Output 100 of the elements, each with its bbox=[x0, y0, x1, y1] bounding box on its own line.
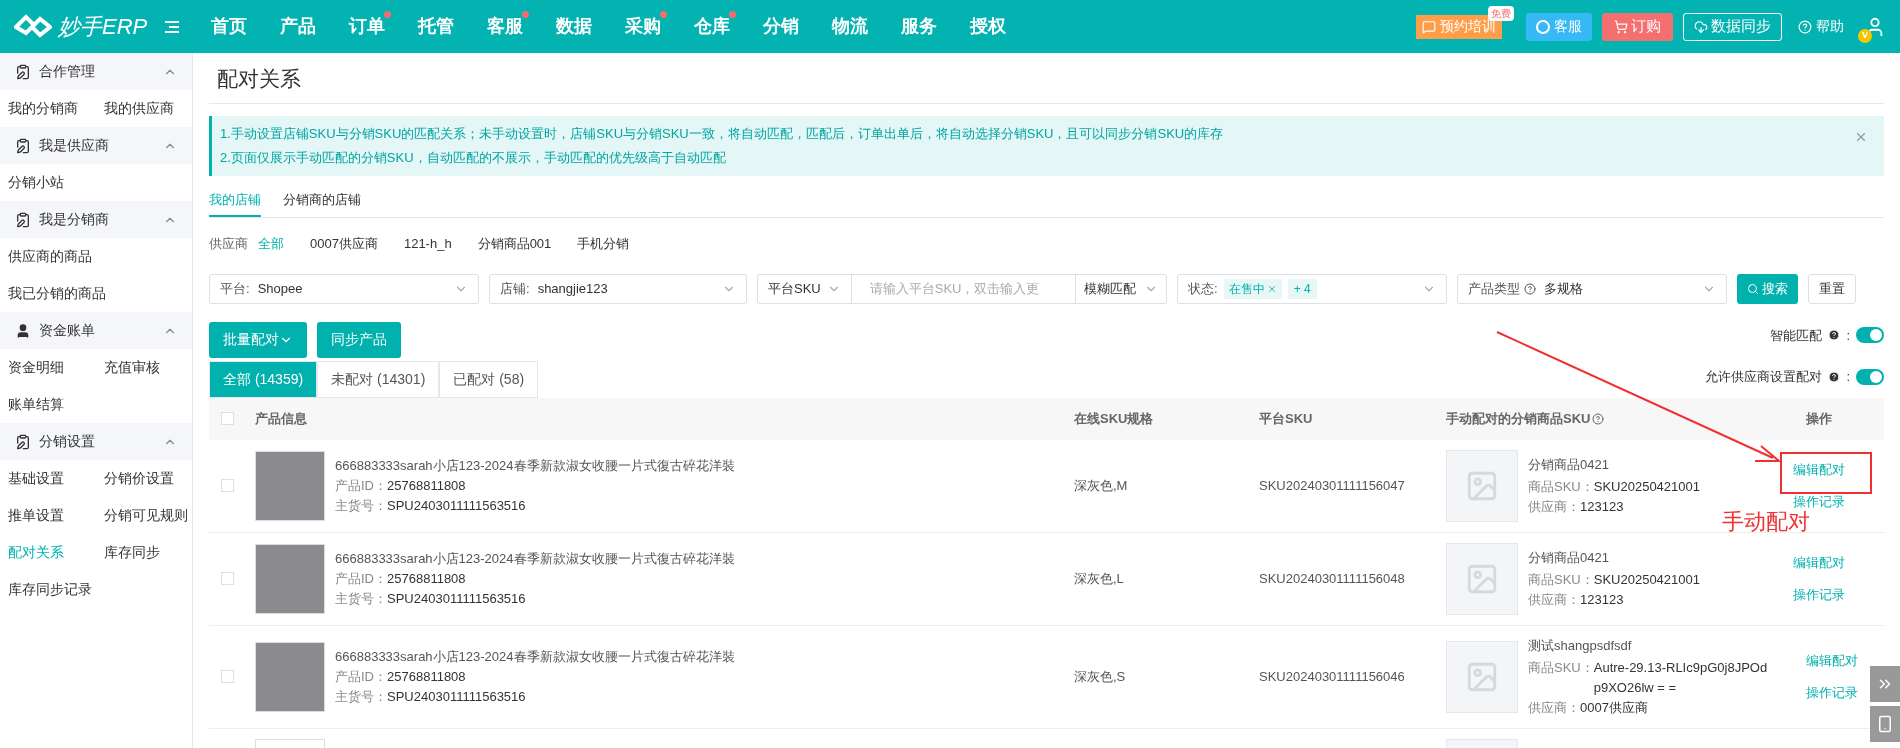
cloud-download-icon bbox=[1694, 19, 1708, 34]
platform-sku: SKU20240301111156047 bbox=[1259, 476, 1406, 495]
toggle-switch[interactable] bbox=[1856, 368, 1884, 385]
field-label: 产品ID： bbox=[335, 476, 387, 495]
supplier-option[interactable]: 分销商品001 bbox=[477, 234, 552, 254]
product-id: 25768811808 bbox=[387, 569, 466, 588]
sidebar-group-header[interactable]: 合作管理 bbox=[0, 53, 192, 90]
field-label: 商品SKU： bbox=[1528, 477, 1594, 496]
row-checkbox[interactable] bbox=[221, 670, 234, 683]
supplier-option[interactable]: 0007供应商 bbox=[310, 234, 378, 254]
filter-tab[interactable]: 未配对 (14301) bbox=[317, 360, 440, 398]
sidebar-item[interactable]: 库存同步记录 bbox=[0, 571, 96, 608]
sidebar-item[interactable]: 基础设置 bbox=[0, 460, 96, 497]
match-sku: p9XO26lw = = bbox=[1593, 678, 1678, 697]
clipboard-icon bbox=[15, 63, 31, 80]
column-header: 在线SKU规格 bbox=[1074, 409, 1154, 428]
collapse-button[interactable] bbox=[1870, 666, 1900, 702]
toggle-switch[interactable] bbox=[1856, 327, 1884, 344]
colon-text: : bbox=[1846, 368, 1850, 386]
clipboard-icon bbox=[15, 211, 31, 228]
field-label: 主货号： bbox=[335, 589, 387, 608]
status-tag: 在售中 bbox=[1223, 278, 1282, 299]
platform-select[interactable]: 平台: Shopee bbox=[209, 273, 479, 304]
store-tab[interactable]: 分销商的店铺 bbox=[283, 189, 361, 217]
sidebar-group-header[interactable]: 资金账单 bbox=[0, 312, 192, 349]
sku-spec: 深灰色,S bbox=[1074, 667, 1127, 686]
sidebar-group-header[interactable]: 我是供应商 bbox=[0, 127, 192, 164]
sidebar-item[interactable]: 供应商的商品 bbox=[0, 238, 96, 275]
toggle-label: 允许供应商设置配对 bbox=[1705, 368, 1823, 386]
match-product-name: 测试shangpsdfsdf bbox=[1528, 636, 1633, 655]
remove-icon[interactable] bbox=[1266, 283, 1277, 294]
help-icon bbox=[1592, 412, 1605, 425]
sidebar-item[interactable]: 我的供应商 bbox=[96, 90, 192, 127]
row-checkbox[interactable] bbox=[221, 572, 234, 585]
search-icon bbox=[1747, 282, 1759, 295]
annotation-text: 手动配对 bbox=[1722, 508, 1810, 536]
clipboard-icon bbox=[15, 137, 31, 154]
match-sku: SKU20250421001 bbox=[1593, 477, 1700, 496]
supplier-option[interactable]: 手机分销 bbox=[577, 234, 630, 254]
mobile-button[interactable] bbox=[1870, 706, 1900, 742]
help-icon bbox=[1828, 329, 1841, 342]
spu-code: SPU2403011111563516 bbox=[387, 589, 526, 608]
sidebar-group-header[interactable]: 分销设置 bbox=[0, 423, 192, 460]
sidebar-item[interactable]: 我已分销的商品 bbox=[0, 275, 106, 312]
help-icon bbox=[1798, 19, 1812, 34]
product-title: 666883333sarah小店123-2024春季新款淑女收腰一片式復古碎花洋裝 bbox=[335, 456, 735, 475]
store-select[interactable]: 店铺: shangjie123 bbox=[489, 273, 747, 304]
type-select[interactable]: 产品类型 多规格 bbox=[1457, 273, 1727, 304]
sku-spec: 深灰色,M bbox=[1074, 476, 1129, 495]
match-sku: SKU20250421001 bbox=[1593, 570, 1700, 589]
match-sku: Autre-29.13-RLIc9pG0j8JPOd bbox=[1593, 658, 1768, 677]
supplier-name: 0007供应商 bbox=[1580, 698, 1648, 717]
help-icon bbox=[1524, 282, 1536, 295]
match-product-name: 分销商品0421 bbox=[1528, 455, 1610, 474]
reset-button[interactable]: 重置 bbox=[1808, 273, 1856, 304]
sidebar-item[interactable]: 分销可见规则 bbox=[96, 497, 192, 534]
spu-code: SPU2403011111563516 bbox=[387, 496, 526, 515]
filter-tab[interactable]: 已配对 (58) bbox=[439, 360, 539, 398]
status-select[interactable]: 状态: 在售中 + 4 bbox=[1177, 273, 1447, 304]
photo-placeholder bbox=[255, 543, 325, 614]
sku-type-select[interactable]: 平台SKU bbox=[758, 274, 852, 303]
match-product-name: 分销商品0421 bbox=[1528, 548, 1610, 567]
cart-icon bbox=[1614, 19, 1628, 34]
sidebar-group-header[interactable]: 我是分销商 bbox=[0, 201, 192, 238]
column-header: 平台SKU bbox=[1259, 409, 1313, 428]
menu-icon[interactable] bbox=[165, 20, 180, 33]
product-id: 25768811808 bbox=[387, 667, 466, 686]
column-header: 操作 bbox=[1806, 409, 1832, 428]
select-all-checkbox[interactable] bbox=[221, 412, 234, 425]
logo-text: 妙手ERP bbox=[58, 13, 148, 41]
clipboard-icon bbox=[15, 433, 31, 450]
match-mode-select[interactable]: 模糊匹配 bbox=[1075, 274, 1166, 303]
field-label: 商品SKU： bbox=[1528, 570, 1594, 589]
field-label: 主货号： bbox=[335, 687, 387, 706]
platform-sku: SKU20240301111156046 bbox=[1259, 667, 1406, 686]
sidebar-item[interactable]: 库存同步 bbox=[96, 534, 192, 571]
phone-icon bbox=[1876, 715, 1894, 733]
filter-label: 供应商 bbox=[209, 235, 248, 253]
supplier-name: 123123 bbox=[1580, 497, 1624, 516]
sku-spec: 深灰色,L bbox=[1074, 569, 1125, 588]
supplier-option[interactable]: 121-h_h bbox=[403, 234, 452, 254]
supplier-name: 123123 bbox=[1580, 590, 1624, 609]
notice-text: 2.页面仅展示手动匹配的分销SKU，自动匹配的不展示，手动匹配的优先级高于自动匹配 bbox=[220, 148, 727, 167]
field-label: 供应商： bbox=[1528, 497, 1580, 516]
help-icon bbox=[1828, 370, 1841, 383]
row-checkbox[interactable] bbox=[221, 479, 234, 492]
photo-placeholder bbox=[255, 450, 325, 521]
sidebar-item[interactable]: 分销小站 bbox=[0, 164, 96, 201]
colon-text: : bbox=[1846, 326, 1850, 345]
sidebar-item[interactable]: 分销价设置 bbox=[96, 460, 192, 497]
sidebar-item[interactable]: 资金明细 bbox=[0, 349, 96, 386]
notice-text: 1.手动设置店铺SKU与分销SKU的匹配关系；未手动设置时，店铺SKU与分销SKU一致，将自动匹配，匹配后，订单出单后，将自动选择分销SKU，且可以同步分销SKU的库存 bbox=[220, 124, 1225, 143]
sidebar-item[interactable]: 充值审核 bbox=[96, 349, 192, 386]
sidebar-item[interactable]: 推单设置 bbox=[0, 497, 96, 534]
toggle-label: 智能匹配 bbox=[1770, 326, 1823, 345]
sidebar-item[interactable]: 账单结算 bbox=[0, 386, 96, 423]
sidebar-item[interactable]: 我的分销商 bbox=[0, 90, 96, 127]
field-label: 主货号： bbox=[335, 496, 387, 515]
field-label: 供应商： bbox=[1528, 590, 1580, 609]
free-badge: 免费 bbox=[1488, 5, 1514, 21]
